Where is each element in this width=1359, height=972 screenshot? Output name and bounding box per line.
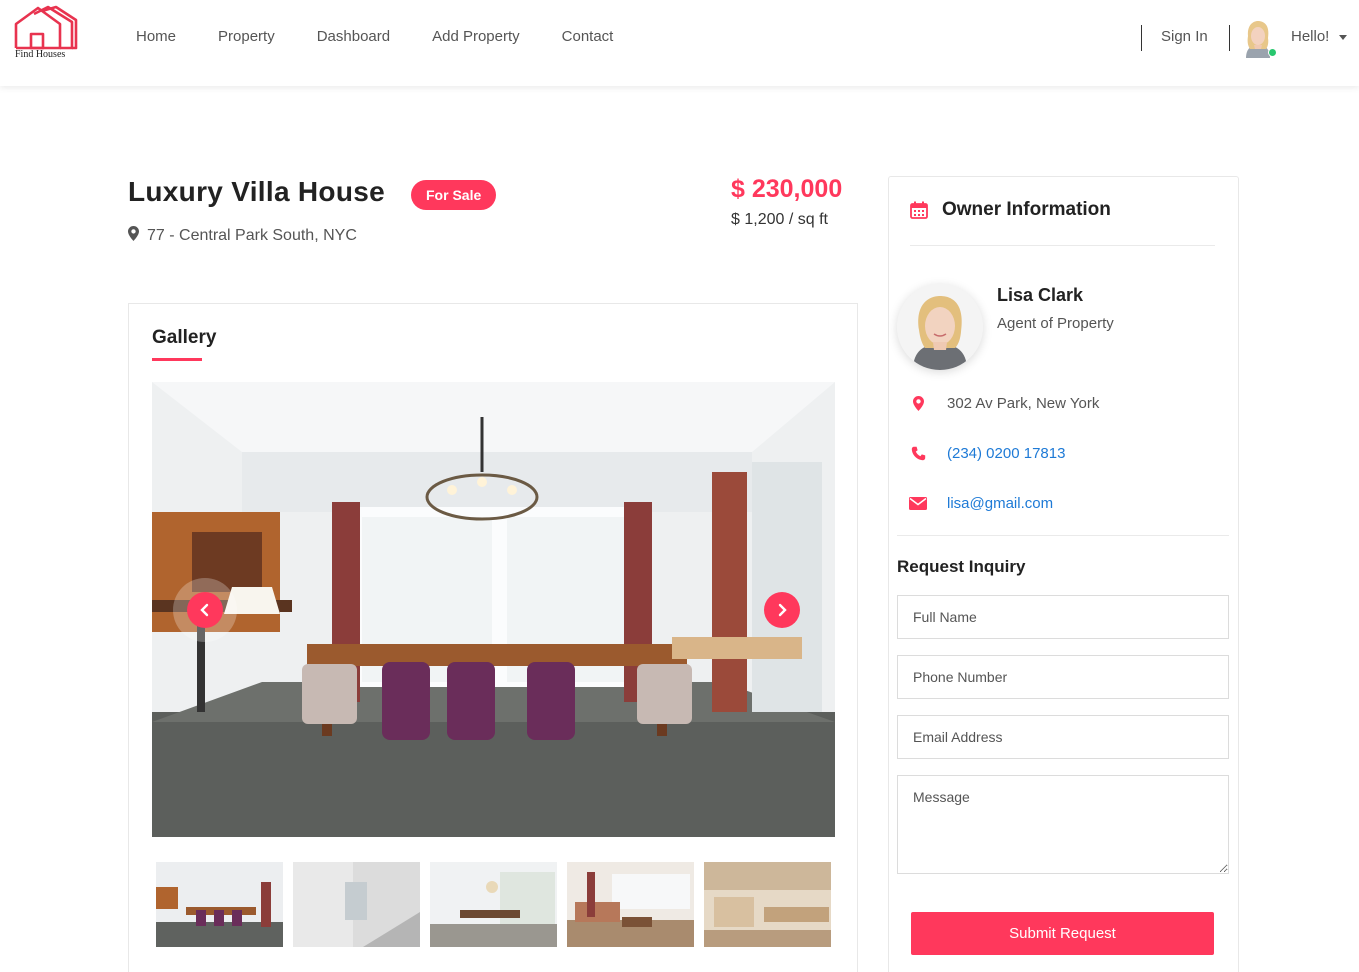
nav-home[interactable]: Home [136, 28, 176, 45]
submit-request-button[interactable]: Submit Request [911, 912, 1214, 955]
agent-photo-icon [897, 284, 983, 370]
envelope-icon [908, 497, 928, 510]
price-per-sqft: $ 1,200 / sq ft [731, 211, 828, 228]
agent-avatar [897, 284, 983, 370]
gallery-thumbnail[interactable] [704, 862, 831, 947]
gallery-thumbnails [156, 862, 841, 947]
site-header: Find Houses Home Property Dashboard Add … [0, 0, 1359, 86]
map-pin-icon [128, 226, 139, 246]
owner-address: 302 Av Park, New York [947, 395, 1100, 412]
owner-phone-link[interactable]: (234) 0200 17813 [947, 445, 1065, 462]
phone-icon [908, 446, 928, 461]
property-address: 77 - Central Park South, NYC [147, 227, 357, 244]
divider [897, 535, 1229, 536]
gallery-thumbnail[interactable] [567, 862, 694, 947]
divider [910, 245, 1215, 246]
nav-property[interactable]: Property [218, 28, 275, 45]
user-greeting[interactable]: Hello! [1291, 28, 1329, 45]
owner-email-row: lisa@gmail.com [908, 495, 1053, 512]
nav-add-property[interactable]: Add Property [432, 28, 520, 45]
full-name-input[interactable] [897, 595, 1229, 639]
owner-address-row: 302 Av Park, New York [908, 395, 1099, 412]
gallery-prev-button[interactable] [187, 592, 223, 628]
header-divider [1141, 25, 1142, 51]
logo-text: Find Houses [15, 49, 66, 60]
gallery-next-button[interactable] [764, 592, 800, 628]
message-textarea[interactable] [897, 775, 1229, 874]
property-location: 77 - Central Park South, NYC [128, 226, 357, 246]
gallery-card: Gallery [128, 303, 858, 972]
dining-room-photo [152, 382, 835, 837]
chevron-right-icon [778, 603, 787, 617]
property-title: Luxury Villa House [128, 176, 385, 207]
map-pin-icon [908, 396, 928, 411]
find-houses-logo[interactable]: Find Houses [12, 4, 80, 62]
property-price: $ 230,000 [731, 175, 843, 203]
gallery-main-image[interactable] [152, 382, 835, 837]
owner-email-link[interactable]: lisa@gmail.com [947, 495, 1053, 512]
request-inquiry-title: Request Inquiry [897, 557, 1026, 576]
online-status-dot [1268, 48, 1277, 57]
chevron-left-icon [200, 603, 209, 617]
owner-information-card: Owner Information Lisa Clark Agent of Pr… [888, 176, 1239, 972]
sign-in-link[interactable]: Sign In [1161, 28, 1208, 45]
status-badge: For Sale [411, 180, 497, 210]
heading-underline [152, 358, 202, 361]
caret-down-icon[interactable] [1339, 35, 1347, 40]
gallery-thumbnail[interactable] [293, 862, 420, 947]
email-address-input[interactable] [897, 715, 1229, 759]
owner-card-header: Owner Information [910, 199, 1111, 221]
gallery-thumbnail[interactable] [430, 862, 557, 947]
gallery-heading: Gallery [152, 327, 217, 348]
calendar-icon [910, 201, 928, 219]
nav-dashboard[interactable]: Dashboard [317, 28, 390, 45]
owner-card-title: Owner Information [942, 199, 1111, 220]
house-logo-icon [14, 5, 78, 50]
header-divider [1229, 25, 1230, 51]
gallery-thumbnail[interactable] [156, 862, 283, 947]
agent-name: Lisa Clark [997, 285, 1084, 305]
owner-phone-row: (234) 0200 17813 [908, 445, 1065, 462]
nav-contact[interactable]: Contact [562, 28, 614, 45]
main-nav: Home Property Dashboard Add Property Con… [136, 28, 655, 45]
phone-number-input[interactable] [897, 655, 1229, 699]
agent-role: Agent of Property [997, 315, 1114, 332]
